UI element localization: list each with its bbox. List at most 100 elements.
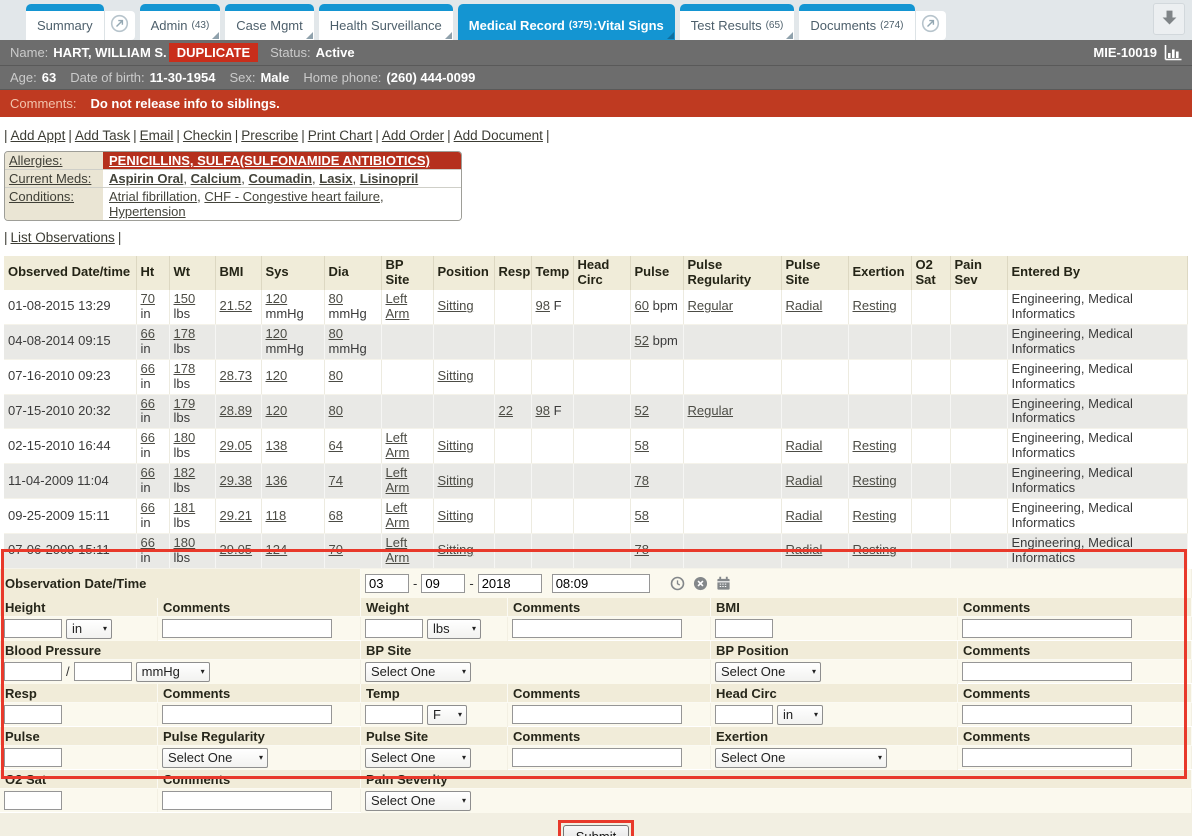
obs-value-link[interactable]: 60 — [635, 298, 649, 313]
systolic-input[interactable] — [4, 662, 62, 681]
obs-value-link[interactable]: Regular — [688, 298, 734, 313]
action-link-add-appt[interactable]: Add Appt — [11, 128, 66, 143]
obs-value-link[interactable]: Radial — [786, 508, 823, 523]
obs-value-link[interactable]: Resting — [853, 298, 897, 313]
temp-input[interactable] — [365, 705, 423, 724]
bp-site-select[interactable]: Select One▾ — [365, 662, 471, 682]
tab-popout-button-documents[interactable] — [915, 11, 946, 40]
obs-value-link[interactable]: 120 — [266, 326, 288, 341]
head-circ-input[interactable] — [715, 705, 773, 724]
obs-value-link[interactable]: 118 — [266, 508, 287, 523]
med-link[interactable]: Aspirin Oral — [109, 171, 183, 186]
comments-input[interactable] — [962, 619, 1132, 638]
obs-value-link[interactable]: 138 — [266, 438, 288, 453]
obs-value-link[interactable]: 21.52 — [220, 298, 253, 313]
month-input[interactable] — [365, 574, 409, 593]
obs-value-link[interactable]: 182 — [174, 465, 196, 480]
obs-value-link[interactable]: 98 — [536, 403, 550, 418]
obs-value-link[interactable]: Radial — [786, 473, 823, 488]
action-link-add-task[interactable]: Add Task — [75, 128, 130, 143]
obs-value-link[interactable]: 52 — [635, 333, 649, 348]
tab-test-results[interactable]: Test Results(65) — [680, 4, 795, 40]
obs-value-link[interactable]: 66 — [141, 500, 155, 515]
action-link-prescribe[interactable]: Prescribe — [241, 128, 298, 143]
obs-value-link[interactable]: 150 — [174, 291, 196, 306]
clear-icon[interactable] — [693, 576, 708, 591]
action-link-add-order[interactable]: Add Order — [382, 128, 444, 143]
head-circ-unit-select[interactable]: in▾ — [777, 705, 823, 725]
tab-health-surveillance[interactable]: Health Surveillance — [319, 4, 453, 40]
obs-value-link[interactable]: 180 — [174, 430, 196, 445]
obs-value-link[interactable]: Sitting — [438, 368, 474, 383]
tab-medical-record[interactable]: Medical Record(375):Vital Signs — [458, 4, 675, 40]
obs-value-link[interactable]: 28.89 — [220, 403, 253, 418]
obs-value-link[interactable]: Left Arm — [386, 291, 410, 321]
height-unit-select[interactable]: in▾ — [66, 619, 112, 639]
o2-sat-input[interactable] — [4, 791, 62, 810]
tab-popout-button-summary[interactable] — [104, 11, 135, 40]
allergy-link[interactable]: PENICILLINS, SULFA(SULFONAMIDE ANTIBIOTI… — [109, 153, 430, 168]
obs-value-link[interactable]: Sitting — [438, 542, 474, 557]
clock-icon[interactable] — [670, 576, 685, 591]
obs-value-link[interactable]: 181 — [174, 500, 196, 515]
pain-severity-select[interactable]: Select One▾ — [365, 791, 471, 811]
obs-value-link[interactable]: 22 — [499, 403, 513, 418]
tab-admin[interactable]: Admin(43) — [140, 4, 221, 40]
diastolic-input[interactable] — [74, 662, 132, 681]
action-link-checkin[interactable]: Checkin — [183, 128, 232, 143]
obs-value-link[interactable]: 29.21 — [220, 508, 253, 523]
obs-value-link[interactable]: 180 — [174, 535, 196, 550]
obs-value-link[interactable]: 74 — [329, 473, 343, 488]
pulse-regularity-select[interactable]: Select One▾ — [162, 748, 268, 768]
obs-value-link[interactable]: 120 — [266, 291, 288, 306]
obs-value-link[interactable]: 66 — [141, 465, 155, 480]
obs-value-link[interactable]: Resting — [853, 508, 897, 523]
obs-value-link[interactable]: Radial — [786, 542, 823, 557]
tab-case-mgmt[interactable]: Case Mgmt — [225, 4, 313, 40]
condition-link[interactable]: CHF - Congestive heart failure — [204, 189, 380, 204]
current-meds-label-link[interactable]: Current Meds: — [9, 171, 91, 186]
obs-value-link[interactable]: Regular — [688, 403, 734, 418]
obs-value-link[interactable]: Radial — [786, 438, 823, 453]
tab-summary[interactable]: Summary — [26, 4, 104, 40]
obs-value-link[interactable]: 28.73 — [220, 368, 253, 383]
obs-value-link[interactable]: Resting — [853, 438, 897, 453]
comments-input[interactable] — [962, 705, 1132, 724]
pulse-input[interactable] — [4, 748, 62, 767]
med-link[interactable]: Calcium — [191, 171, 242, 186]
year-input[interactable] — [478, 574, 542, 593]
obs-value-link[interactable]: 78 — [635, 542, 649, 557]
obs-value-link[interactable]: 124 — [266, 542, 288, 557]
comments-input[interactable] — [162, 619, 332, 638]
action-link-print-chart[interactable]: Print Chart — [308, 128, 373, 143]
obs-value-link[interactable]: 80 — [329, 326, 343, 341]
duplicate-badge[interactable]: DUPLICATE — [169, 43, 258, 62]
time-input[interactable] — [552, 574, 650, 593]
bp-position-select[interactable]: Select One▾ — [715, 662, 821, 682]
submit-button[interactable]: Submit — [563, 825, 629, 836]
weight-unit-select[interactable]: lbs▾ — [427, 619, 481, 639]
resp-input[interactable] — [4, 705, 62, 724]
height-input[interactable] — [4, 619, 62, 638]
bp-unit-select[interactable]: mmHg▾ — [136, 662, 210, 682]
obs-value-link[interactable]: 179 — [174, 396, 196, 411]
obs-value-link[interactable]: 66 — [141, 430, 155, 445]
obs-value-link[interactable]: 178 — [174, 326, 196, 341]
med-link[interactable]: Lasix — [319, 171, 352, 186]
temp-unit-select[interactable]: F▾ — [427, 705, 467, 725]
obs-value-link[interactable]: Sitting — [438, 473, 474, 488]
comments-input[interactable] — [512, 705, 682, 724]
list-observations-link[interactable]: List Observations — [11, 230, 115, 245]
med-link[interactable]: Coumadin — [248, 171, 312, 186]
obs-value-link[interactable]: Left Arm — [386, 465, 410, 495]
obs-value-link[interactable]: Sitting — [438, 508, 474, 523]
obs-value-link[interactable]: 136 — [266, 473, 288, 488]
obs-value-link[interactable]: 98 — [536, 298, 550, 313]
obs-value-link[interactable]: Left Arm — [386, 430, 410, 460]
obs-value-link[interactable]: 29.05 — [220, 438, 253, 453]
obs-value-link[interactable]: 80 — [329, 291, 343, 306]
obs-value-link[interactable]: 52 — [635, 403, 649, 418]
obs-value-link[interactable]: Sitting — [438, 298, 474, 313]
comments-input[interactable] — [962, 748, 1132, 767]
obs-value-link[interactable]: 58 — [635, 438, 649, 453]
